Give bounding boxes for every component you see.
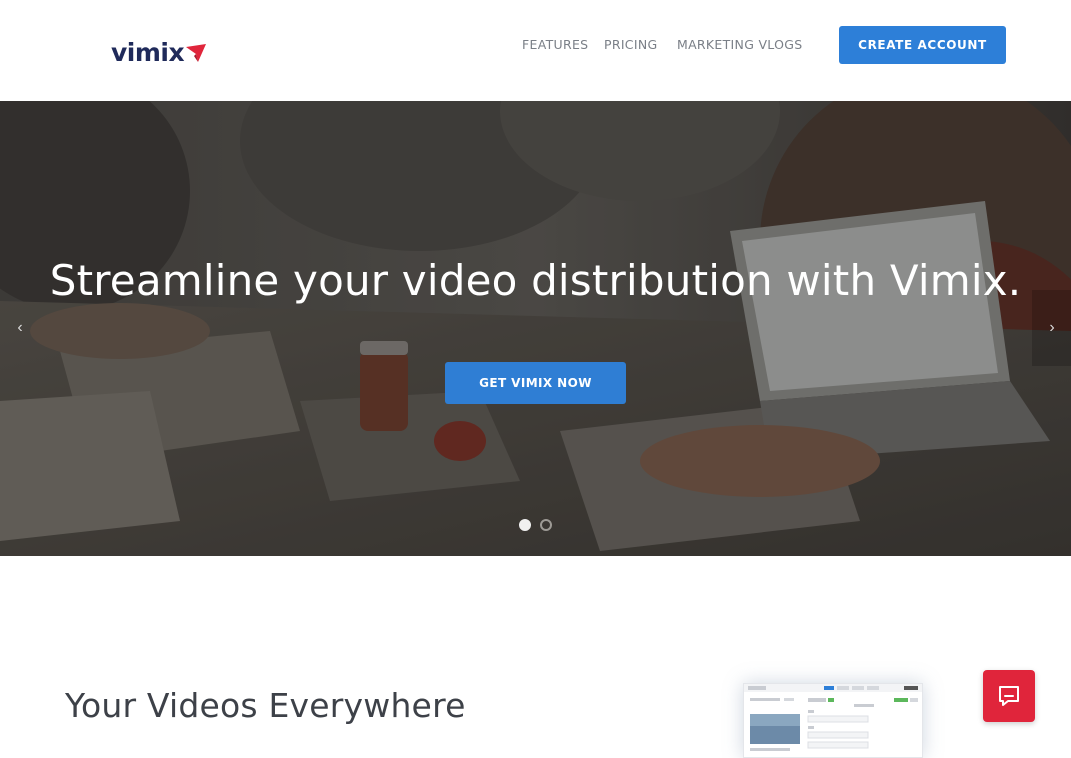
logo-arrow-icon: [186, 44, 207, 62]
slider-prev-button[interactable]: ‹: [0, 290, 40, 366]
page: vimix FEATURES PRICING MARKETING VLOGS C…: [0, 0, 1071, 758]
chevron-left-icon: ‹: [17, 319, 23, 336]
section-title: Your Videos Everywhere: [65, 686, 466, 725]
site-header: vimix FEATURES PRICING MARKETING VLOGS C…: [0, 0, 1071, 101]
chat-widget-button[interactable]: [983, 670, 1035, 722]
get-vimix-now-button[interactable]: GET VIMIX NOW: [445, 362, 626, 404]
slider-next-button[interactable]: ›: [1032, 290, 1071, 366]
app-preview-image: [743, 683, 923, 758]
chat-icon: [999, 686, 1019, 706]
create-account-button[interactable]: CREATE ACCOUNT: [839, 26, 1006, 64]
nav-item-features[interactable]: FEATURES: [522, 36, 588, 54]
hero-background-image: [0, 101, 1071, 556]
app-screenshot-graphic: [744, 684, 922, 751]
nav-item-marketing-vlogs[interactable]: MARKETING VLOGS: [677, 36, 802, 54]
logo-wordmark: vimix: [111, 37, 185, 67]
slider-dot-1[interactable]: [519, 519, 531, 531]
hero-title: Streamline your video distribution with …: [49, 256, 1022, 305]
slider-dot-2[interactable]: [540, 519, 552, 531]
hero-slider: Streamline your video distribution with …: [0, 101, 1071, 556]
vimix-logo[interactable]: vimix: [111, 36, 217, 68]
chevron-right-icon: ›: [1049, 319, 1055, 336]
slider-dots: [519, 519, 552, 531]
nav-item-pricing[interactable]: PRICING: [604, 36, 657, 54]
